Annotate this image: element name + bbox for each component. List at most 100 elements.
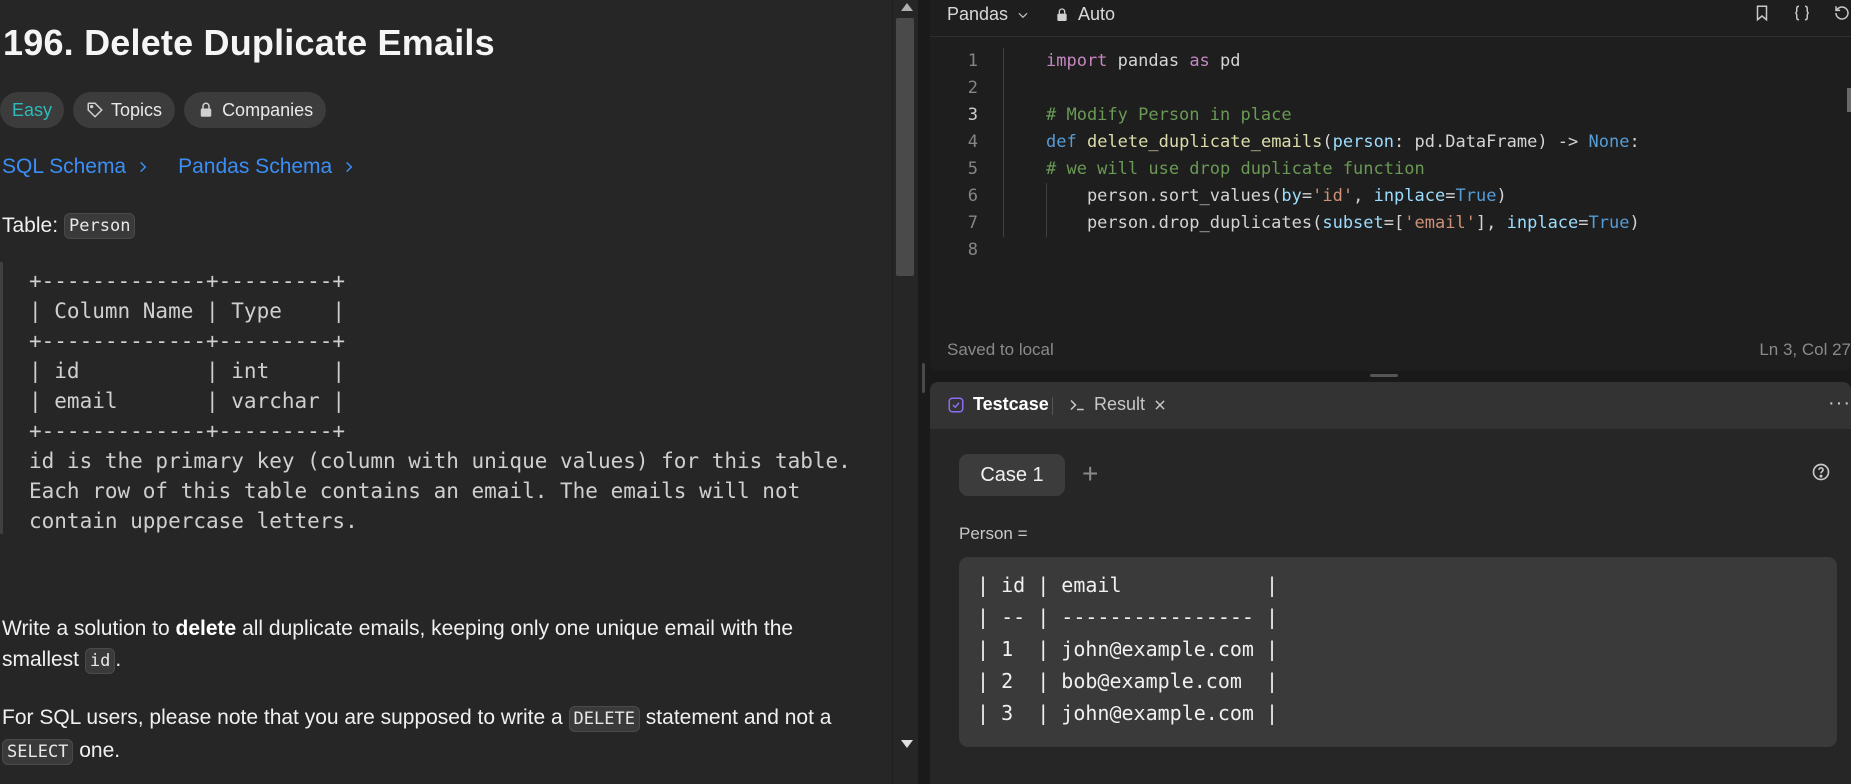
para1-code: id xyxy=(84,648,116,674)
code-token: as xyxy=(1189,51,1210,71)
companies-button[interactable]: Companies xyxy=(184,92,327,128)
panel-resize-gutter[interactable] xyxy=(918,0,930,784)
line-content: # Modify Person in place xyxy=(1046,102,1292,129)
code-token: 'id' xyxy=(1312,186,1354,206)
more-options-icon[interactable]: ··· xyxy=(1828,392,1851,415)
code-token: , xyxy=(1353,186,1374,206)
code-line[interactable]: 4 def delete_duplicate_emails(person: pd.… xyxy=(930,129,1851,156)
line-number: 8 xyxy=(967,240,978,260)
code-token: True xyxy=(1588,213,1630,233)
line-number: 3 xyxy=(967,105,978,125)
code-line[interactable]: 5 # we will use drop duplicate function xyxy=(930,156,1851,183)
code-token: = xyxy=(1445,186,1456,206)
description-scrollbar[interactable] xyxy=(892,0,918,784)
braces-icon[interactable] xyxy=(1793,4,1811,22)
code-area[interactable]: 1 import pandas as pd 2 3 # Modify Person in… xyxy=(930,48,1851,264)
line-content: person.drop_duplicates(subset=['email'],… xyxy=(1046,210,1640,237)
code-token: delete_duplicate_emails xyxy=(1086,132,1323,152)
line-number: 4 xyxy=(967,132,978,152)
line-number: 1 xyxy=(967,51,978,71)
code-token: = xyxy=(1578,213,1589,233)
scroll-down-arrow[interactable] xyxy=(901,740,913,748)
code-token: ], xyxy=(1475,213,1507,233)
indent-guide xyxy=(1003,156,1004,183)
input-label: Person = xyxy=(959,524,1028,543)
code-token: pd xyxy=(1209,51,1241,71)
code-token: # Modify Person in place xyxy=(1046,105,1292,125)
code-line[interactable]: 3 # Modify Person in place xyxy=(930,102,1851,129)
indent-guide xyxy=(1003,183,1004,210)
chevron-down-icon xyxy=(1018,12,1028,18)
code-token: ) xyxy=(1629,213,1640,233)
para2-mid: statement and not a xyxy=(639,706,832,729)
close-icon[interactable] xyxy=(1153,398,1167,412)
topics-label: Topics xyxy=(111,99,163,120)
editor-scroll-marker[interactable] xyxy=(1847,88,1851,112)
schema-block: +-------------+---------+ | Column Name … xyxy=(29,269,851,533)
code-token: pandas xyxy=(1107,51,1190,71)
language-selector[interactable]: Pandas xyxy=(947,4,1030,25)
schema-blockquote: +-------------+---------+ | Column Name … xyxy=(0,262,880,534)
vertical-resize-handle[interactable] xyxy=(1370,374,1398,377)
table-name-code: Person xyxy=(64,213,136,239)
problem-description-panel: 196. Delete Duplicate Emails Easy Topics… xyxy=(0,0,892,784)
checkbox-icon xyxy=(948,397,964,412)
tab-testcase[interactable]: Testcase xyxy=(947,394,1049,415)
code-line[interactable]: 7 person.drop_duplicates(subset=['email'… xyxy=(930,210,1851,237)
cursor-position: Ln 3, Col 27 xyxy=(1759,340,1851,359)
tab-result-label: Result xyxy=(1094,394,1146,414)
editor-toolbar xyxy=(1753,4,1851,22)
code-line[interactable]: 8 xyxy=(930,237,1851,264)
code-token: : xyxy=(1629,132,1640,152)
code-token: person.drop_duplicates( xyxy=(1046,213,1323,233)
terminal-icon xyxy=(1070,399,1084,410)
code-token: inplace xyxy=(1373,186,1446,206)
code-line[interactable]: 1 import pandas as pd xyxy=(930,48,1851,75)
para2-code-select: SELECT xyxy=(2,739,74,765)
tab-divider xyxy=(1052,397,1053,415)
help-icon[interactable] xyxy=(1811,462,1831,487)
add-case-button[interactable]: + xyxy=(1082,458,1098,490)
line-number: 5 xyxy=(967,159,978,179)
topics-button[interactable]: Topics xyxy=(73,92,176,128)
scroll-up-arrow[interactable] xyxy=(901,3,913,11)
code-line[interactable]: 6 person.sort_values(by='id', inplace=Tr… xyxy=(930,183,1851,210)
pandas-schema-link[interactable]: Pandas Schema xyxy=(178,155,356,179)
lock-icon xyxy=(1057,7,1067,21)
indent-guide xyxy=(1003,75,1004,102)
indent-guide xyxy=(1003,102,1004,129)
auto-mode-toggle[interactable]: Auto xyxy=(1054,4,1115,25)
chevron-right-icon xyxy=(346,161,353,173)
para1-pre: Write a solution to xyxy=(2,617,176,640)
code-token: = xyxy=(1301,186,1313,206)
code-line[interactable]: 2 xyxy=(930,75,1851,102)
auto-mode-label: Auto xyxy=(1078,4,1116,24)
description-paragraph-1: Write a solution to delete all duplicate… xyxy=(2,613,862,677)
sql-schema-link[interactable]: SQL Schema xyxy=(2,155,150,179)
code-token: None xyxy=(1588,132,1630,152)
code-token: inplace xyxy=(1506,213,1579,233)
line-number: 2 xyxy=(967,78,978,98)
tab-result[interactable]: Result xyxy=(1068,394,1167,415)
table-heading: Table: Person xyxy=(2,213,136,239)
code-token: subset xyxy=(1322,213,1384,233)
para2-code-delete: DELETE xyxy=(568,706,640,732)
pandas-schema-label: Pandas Schema xyxy=(178,155,333,178)
reset-icon[interactable] xyxy=(1833,4,1851,22)
lock-icon xyxy=(200,102,212,117)
scroll-thumb[interactable] xyxy=(896,18,914,276)
para1-bold: delete xyxy=(175,617,237,640)
code-token: person.sort_values( xyxy=(1046,186,1282,206)
testcase-input-box[interactable]: | id | email | | -- | ---------------- |… xyxy=(959,557,1837,747)
resize-handle[interactable] xyxy=(922,363,925,393)
difficulty-badge[interactable]: Easy xyxy=(0,92,65,128)
code-token: ) xyxy=(1496,186,1507,206)
sql-schema-label: SQL Schema xyxy=(2,155,127,178)
code-token: person xyxy=(1332,132,1395,152)
case-1-button[interactable]: Case 1 xyxy=(959,454,1065,496)
line-number: 7 xyxy=(967,213,978,233)
chevron-right-icon xyxy=(140,161,147,173)
bookmark-icon[interactable] xyxy=(1753,4,1771,22)
testcase-panel: Testcase Result ··· Case 1 + Person = | … xyxy=(930,382,1851,784)
